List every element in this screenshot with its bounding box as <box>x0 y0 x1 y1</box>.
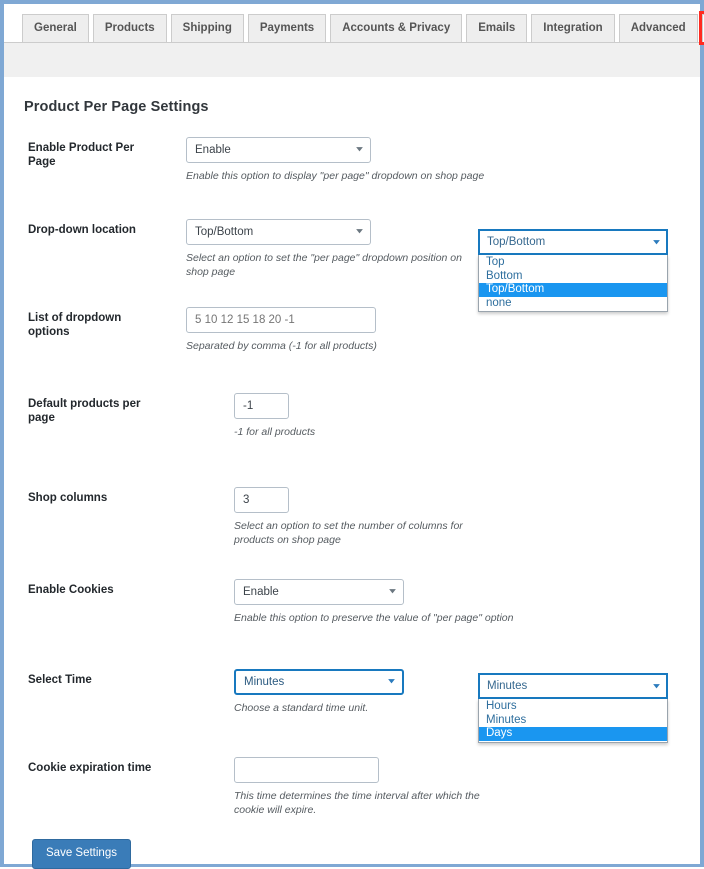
setting-field: Enable ▾ Enable this option to preserve … <box>234 579 513 625</box>
setting-label: Enable Cookies <box>28 584 114 596</box>
default-products-per-page-input[interactable] <box>234 393 289 419</box>
setting-hint: Select an option to set the number of co… <box>234 520 463 546</box>
select-time-open-popup[interactable]: Minutes ▾ Hours Minutes Days <box>478 673 668 743</box>
select-value: Minutes <box>244 676 285 688</box>
chevron-down-icon: ▾ <box>653 681 660 691</box>
tab-advanced[interactable]: Advanced <box>618 14 698 42</box>
select-value: Enable <box>195 144 231 156</box>
tab-label: Emails <box>478 21 516 34</box>
setting-label: Cookie expiration time <box>28 762 152 774</box>
setting-row-cookie-expiration-time: Cookie expiration time This time determi… <box>4 757 700 817</box>
tab-payments[interactable]: Payments <box>247 14 327 42</box>
setting-hint: Enable this option to display "per page"… <box>186 170 485 182</box>
chevron-down-icon: ▾ <box>388 676 395 687</box>
tab-label: Accounts & Privacy <box>342 21 451 34</box>
popup-selected-value: Minutes <box>487 680 528 692</box>
tab-label: Shipping <box>182 21 232 34</box>
tab-label: Products <box>104 21 155 34</box>
settings-content: Product Per Page Settings Enable Product… <box>4 77 700 869</box>
dropdown-location-open-popup[interactable]: Top/Bottom ▾ Top Bottom Top/Bottom none <box>478 229 668 312</box>
tab-emails[interactable]: Emails <box>466 14 528 42</box>
dropdown-location-option-list[interactable]: Top Bottom Top/Bottom none <box>478 255 668 312</box>
enable-cookies-select[interactable]: Enable ▾ <box>234 579 404 605</box>
select-value: Top/Bottom <box>195 226 254 238</box>
setting-row-list-of-dropdown-options: List of dropdown options Separated by co… <box>4 307 700 353</box>
setting-row-enable-cookies: Enable Cookies Enable ▾ Enable this opti… <box>4 579 700 625</box>
select-time-option-list[interactable]: Hours Minutes Days <box>478 699 668 743</box>
tab-accounts-privacy[interactable]: Accounts & Privacy <box>330 14 463 42</box>
tab-products[interactable]: Products <box>92 14 167 42</box>
shop-columns-input[interactable] <box>234 487 289 513</box>
setting-hint: Enable this option to preserve the value… <box>234 612 514 624</box>
setting-label: Select Time <box>28 674 92 686</box>
form-actions: Save Settings <box>4 839 700 869</box>
setting-field: Separated by comma (-1 for all products) <box>186 307 377 353</box>
select-value: Enable <box>243 586 279 598</box>
popup-selected-value: Top/Bottom <box>487 236 546 248</box>
option-days[interactable]: Days <box>479 727 667 741</box>
tab-label: General <box>34 21 77 34</box>
tab-label: Advanced <box>630 21 686 34</box>
setting-field: This time determines the time interval a… <box>234 757 484 817</box>
settings-tabbar-wrap: General Products Shipping Payments Accou… <box>4 4 704 45</box>
chevron-down-icon: ▾ <box>389 586 396 597</box>
setting-label: List of dropdown options <box>28 312 122 338</box>
setting-field: Minutes ▾ Choose a standard time unit. <box>234 669 404 715</box>
setting-label: Default products per page <box>28 398 141 424</box>
chevron-down-icon: ▾ <box>356 144 363 155</box>
setting-row-shop-columns: Shop columns Select an option to set the… <box>4 487 700 547</box>
select-time-select[interactable]: Minutes ▾ <box>234 669 404 695</box>
dropdown-location-select[interactable]: Top/Bottom ▾ <box>186 219 371 245</box>
setting-field: Select an option to set the number of co… <box>234 487 494 547</box>
save-settings-button[interactable]: Save Settings <box>32 839 131 869</box>
select-time-popup-header[interactable]: Minutes ▾ <box>478 673 668 699</box>
setting-hint: Separated by comma (-1 for all products) <box>186 340 377 352</box>
option-none[interactable]: none <box>479 297 667 311</box>
option-hours[interactable]: Hours <box>479 700 667 714</box>
admin-settings-frame: General Products Shipping Payments Accou… <box>0 0 704 869</box>
option-top[interactable]: Top <box>479 256 667 270</box>
dropdown-location-popup-header[interactable]: Top/Bottom ▾ <box>478 229 668 255</box>
tabbar-underline-band <box>4 42 700 77</box>
setting-field: -1 for all products <box>234 393 315 439</box>
tab-shipping[interactable]: Shipping <box>170 14 244 42</box>
tab-label: Payments <box>259 21 315 34</box>
setting-hint: -1 for all products <box>234 426 316 438</box>
settings-tabbar: General Products Shipping Payments Accou… <box>4 11 704 45</box>
page-title: Product Per Page Settings <box>24 99 209 115</box>
setting-field: Top/Bottom ▾ Select an option to set the… <box>186 219 476 279</box>
setting-label: Enable Product Per Page <box>28 142 135 168</box>
list-of-dropdown-options-input[interactable] <box>186 307 376 333</box>
tab-general[interactable]: General <box>22 14 89 42</box>
setting-row-enable-product-per-page: Enable Product Per Page Enable ▾ Enable … <box>4 137 700 183</box>
tab-label: Integration <box>543 21 603 34</box>
setting-label: Shop columns <box>28 492 108 504</box>
setting-label: Drop-down location <box>28 224 136 236</box>
chevron-down-icon: ▾ <box>653 237 660 247</box>
setting-field: Enable ▾ Enable this option to display "… <box>186 137 484 183</box>
option-top-bottom[interactable]: Top/Bottom <box>479 283 667 297</box>
setting-row-default-products-per-page: Default products per page -1 for all pro… <box>4 393 700 439</box>
setting-hint: Choose a standard time unit. <box>234 702 369 714</box>
option-minutes[interactable]: Minutes <box>479 714 667 728</box>
setting-hint: Select an option to set the "per page" d… <box>186 252 462 278</box>
option-bottom[interactable]: Bottom <box>479 270 667 284</box>
enable-product-per-page-select[interactable]: Enable ▾ <box>186 137 371 163</box>
cookie-expiration-time-input[interactable] <box>234 757 379 783</box>
setting-hint: This time determines the time interval a… <box>234 790 480 816</box>
tab-integration[interactable]: Integration <box>531 14 615 42</box>
chevron-down-icon: ▾ <box>356 226 363 237</box>
